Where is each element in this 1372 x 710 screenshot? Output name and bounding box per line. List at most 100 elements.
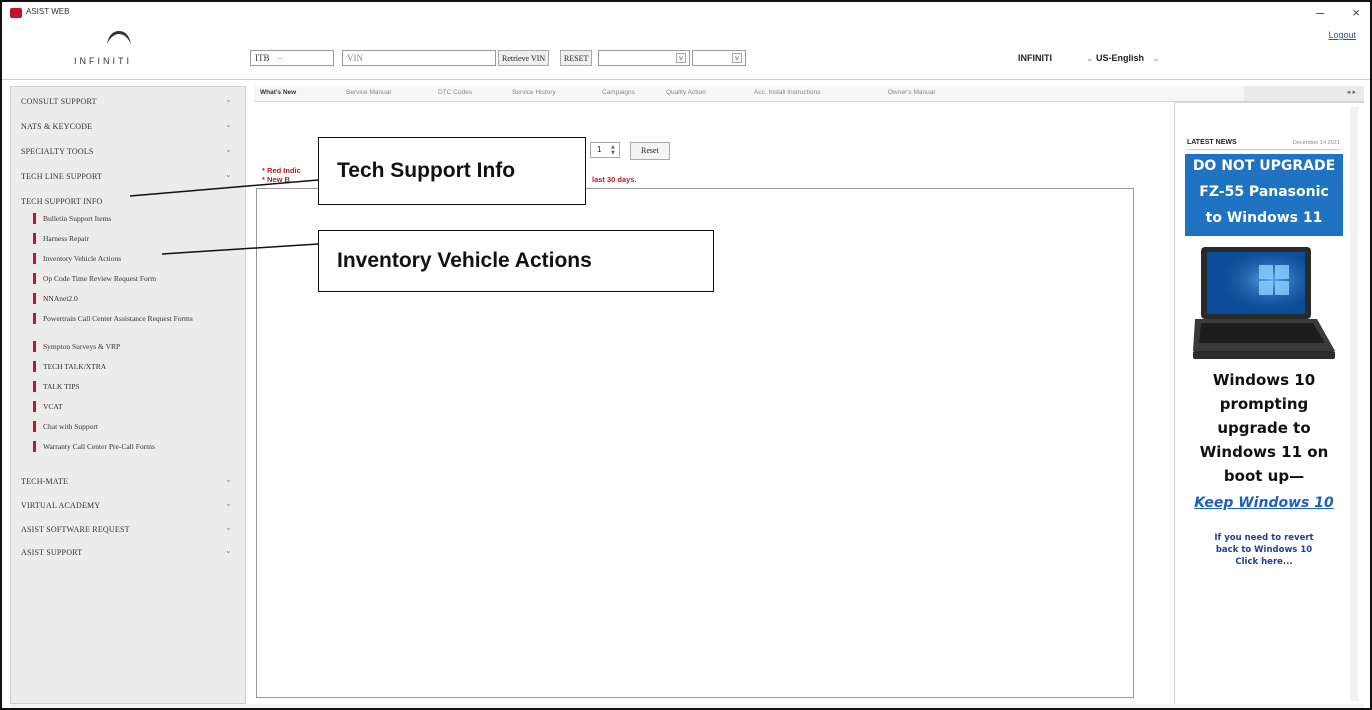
make-label[interactable]: INFINITI bbox=[1018, 53, 1052, 63]
chevron-down-icon: ⌄ bbox=[225, 145, 232, 154]
banner-line: to Windows 11 bbox=[1205, 210, 1323, 226]
sidebar-section-asist-support[interactable]: ASIST SUPPORT bbox=[21, 548, 82, 557]
news-body-line: Windows 10 bbox=[1212, 371, 1316, 389]
news-body-line: upgrade to bbox=[1217, 419, 1311, 437]
sidebar-item-label: Op Code Time Review Request Form bbox=[43, 274, 157, 283]
tab-quality-action[interactable]: Quality Action bbox=[666, 89, 706, 96]
laptop-image-icon bbox=[1193, 247, 1335, 359]
sidebar-section-consult-support[interactable]: CONSULT SUPPORT bbox=[21, 97, 97, 106]
item-marker bbox=[33, 213, 36, 224]
sidebar-item-label: Powertrain Call Center Assistance Reques… bbox=[43, 314, 193, 323]
header: INFINITI Logout ITB – VIN Retrieve VIN R… bbox=[2, 26, 1370, 80]
sidebar-item-label: Harness Repair bbox=[43, 234, 90, 243]
chevron-down-icon: ⌄ bbox=[1152, 53, 1160, 63]
item-marker bbox=[33, 273, 36, 284]
tab-whats-new[interactable]: What's New bbox=[260, 89, 296, 96]
close-button[interactable]: × bbox=[1352, 5, 1360, 20]
chevron-down-icon: ⌄ bbox=[225, 546, 232, 555]
item-marker bbox=[33, 233, 36, 244]
new-bulletin-note-tail: last 30 days. bbox=[592, 175, 637, 184]
language-value: US-English bbox=[1096, 53, 1145, 63]
news-heading: LATEST NEWS bbox=[1187, 139, 1237, 146]
model-select[interactable]: ITB – bbox=[250, 50, 334, 66]
sidebar-item-label: NNAnet2.0 bbox=[43, 294, 78, 303]
sidebar-item-label: Bulletin Support Items bbox=[43, 214, 112, 223]
content-reset-button[interactable]: Reset bbox=[630, 142, 670, 160]
revert-click-link[interactable]: Click here... bbox=[1185, 557, 1343, 567]
minimize-button[interactable]: – bbox=[1316, 4, 1324, 20]
sidebar-item-label: Sympton Surveys & VRP bbox=[43, 342, 121, 351]
revert-line: If you need to revert bbox=[1214, 533, 1314, 543]
tab-owners-manual[interactable]: Owner's Manual bbox=[888, 89, 935, 96]
tab-service-history[interactable]: Service History bbox=[512, 89, 556, 96]
sidebar-section-virtual-academy[interactable]: VIRTUAL ACADEMY bbox=[21, 501, 100, 510]
chevron-down-icon: ⌄ bbox=[225, 95, 232, 104]
new-bulletin-note: * New B bbox=[262, 175, 290, 184]
divider bbox=[1187, 149, 1341, 150]
banner-line: FZ-55 Panasonic bbox=[1199, 184, 1329, 200]
vin-input[interactable]: VIN bbox=[342, 50, 496, 66]
callout-tech-support-info: Tech Support Info bbox=[318, 137, 586, 205]
news-body-line: boot up— bbox=[1223, 467, 1305, 485]
news-date: December 14 2021 bbox=[1293, 140, 1340, 146]
chevron-down-icon: ⌄ bbox=[225, 475, 232, 484]
retrieve-vin-button[interactable]: Retrieve VIN bbox=[498, 50, 550, 66]
language-select[interactable]: ⌄ US-English ⌄ bbox=[1086, 53, 1160, 64]
chevron-down-icon: ⌄ bbox=[225, 120, 232, 129]
sidebar-item-label: Chat with Support bbox=[43, 422, 99, 431]
item-marker bbox=[33, 341, 36, 352]
sidebar-item-label: TALK TIPS bbox=[43, 382, 80, 391]
callout-inventory-vehicle-actions: Inventory Vehicle Actions bbox=[318, 230, 714, 292]
item-marker bbox=[33, 381, 36, 392]
tab-strip: What's New Service Manual DTC Codes Serv… bbox=[254, 86, 1364, 102]
item-marker bbox=[33, 253, 36, 264]
model-code-select[interactable]: v bbox=[692, 50, 746, 66]
chevron-down-icon: ⌄ bbox=[225, 499, 232, 508]
page-number: 1 bbox=[597, 145, 602, 154]
sidebar-section-asist-software-request[interactable]: ASIST SOFTWARE REQUEST bbox=[21, 525, 130, 534]
item-marker bbox=[33, 361, 36, 372]
tab-scroll-arrows-icon[interactable]: ◂ ▸ bbox=[1347, 88, 1356, 96]
spinner-arrows-icon[interactable]: ▲ ▼ bbox=[611, 144, 617, 156]
item-marker bbox=[33, 313, 36, 324]
page-spinner[interactable]: 1 ▲ ▼ bbox=[590, 142, 620, 158]
chevron-down-icon: v bbox=[732, 53, 742, 63]
sidebar-section-tech-line-support[interactable]: TECH LINE SUPPORT bbox=[21, 172, 102, 181]
keep-windows-10-link[interactable]: Keep Windows 10 bbox=[1185, 495, 1343, 511]
item-marker bbox=[33, 293, 36, 304]
year-select[interactable]: v bbox=[598, 50, 690, 66]
status-bar bbox=[10, 704, 1364, 708]
tab-dtc-codes[interactable]: DTC Codes bbox=[438, 89, 472, 96]
news-banner[interactable]: DO NOT UPGRADE FZ-55 Panasonic to Window… bbox=[1185, 154, 1343, 236]
app-window: ASIST WEB – × INFINITI Logout ITB – VIN … bbox=[0, 0, 1372, 710]
sidebar-section-tech-support-info[interactable]: TECH SUPPORT INFO bbox=[21, 197, 102, 206]
chevron-down-icon: v bbox=[676, 53, 686, 63]
revert-line: back to Windows 10 bbox=[1215, 545, 1313, 555]
logout-link[interactable]: Logout bbox=[1328, 30, 1356, 40]
sidebar-item-label: VCAT bbox=[43, 402, 63, 411]
reset-button[interactable]: RESET bbox=[560, 50, 593, 66]
tab-acc-install-instructions[interactable]: Acc. Install Instructions bbox=[754, 89, 820, 96]
chevron-down-icon: ⌄ bbox=[1086, 53, 1097, 63]
window-title: ASIST WEB bbox=[26, 7, 70, 16]
news-panel: LATEST NEWS December 14 2021 DO NOT UPGR… bbox=[1174, 102, 1364, 704]
sidebar-item-label: Inventory Vehicle Actions bbox=[43, 254, 122, 263]
tab-service-manual[interactable]: Service Manual bbox=[346, 89, 391, 96]
app-icon bbox=[10, 8, 22, 18]
news-body-line: Windows 11 on bbox=[1199, 443, 1329, 461]
banner-line: DO NOT UPGRADE bbox=[1192, 158, 1336, 174]
chevron-down-icon: ⌄ bbox=[225, 170, 232, 179]
red-indicator-note: * Red Indic bbox=[262, 166, 301, 175]
sidebar: CONSULT SUPPORT ⌄ NATS & KEYCODE ⌄ SPECI… bbox=[10, 86, 246, 704]
item-marker bbox=[33, 401, 36, 412]
brand-name: INFINITI bbox=[74, 56, 132, 66]
tab-campaigns[interactable]: Campaigns bbox=[602, 89, 635, 96]
chevron-down-icon: – bbox=[277, 53, 283, 63]
sidebar-item-label: TECH TALK/XTRA bbox=[43, 362, 107, 371]
sidebar-section-nats-keycode[interactable]: NATS & KEYCODE bbox=[21, 122, 92, 131]
news-scrollbar[interactable] bbox=[1350, 107, 1358, 701]
sidebar-section-tech-mate[interactable]: TECH-MATE bbox=[21, 477, 68, 486]
sidebar-section-specialty-tools[interactable]: SPECIALTY TOOLS bbox=[21, 147, 94, 156]
infiniti-logo-icon bbox=[107, 31, 131, 44]
model-select-value: ITB bbox=[255, 53, 270, 63]
